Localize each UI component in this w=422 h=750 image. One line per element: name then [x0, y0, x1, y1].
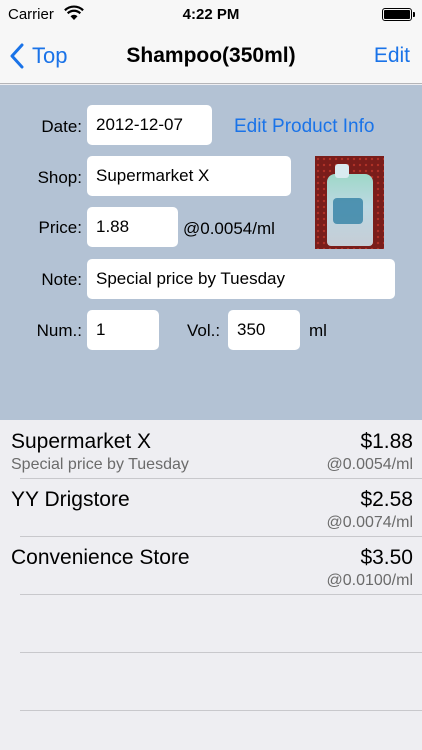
- vol-unit: ml: [309, 321, 327, 340]
- num-field[interactable]: 1: [87, 310, 159, 350]
- product-photo[interactable]: [315, 156, 384, 249]
- edit-product-info-link[interactable]: Edit Product Info: [234, 116, 374, 138]
- purchase-unit-price: @0.0074/ml: [326, 514, 413, 531]
- battery-icon: [382, 8, 415, 21]
- shop-name: Supermarket X: [11, 430, 152, 453]
- list-item[interactable]: Convenience Store $3.50 @0.0100/ml: [0, 536, 422, 594]
- list-item[interactable]: YY Drigstore $2.58 @0.0074/ml: [0, 478, 422, 536]
- num-label: Num.:: [36, 321, 82, 340]
- navigation-bar: Top Shampoo(350ml) Edit: [0, 30, 422, 84]
- note-label: Note:: [41, 270, 82, 289]
- row-separator: [20, 594, 422, 595]
- purchase-price: $1.88: [360, 430, 413, 453]
- shop-name: YY Drigstore: [11, 488, 130, 511]
- purchase-price: $3.50: [360, 546, 413, 569]
- purchase-list: Supermarket X Special price by Tuesday $…: [0, 420, 422, 750]
- date-field[interactable]: 2012-12-07: [87, 105, 212, 145]
- vol-field[interactable]: 350: [228, 310, 300, 350]
- note-field[interactable]: Special price by Tuesday: [87, 259, 395, 299]
- date-label: Date:: [41, 117, 82, 136]
- list-item[interactable]: Supermarket X Special price by Tuesday $…: [0, 420, 422, 478]
- purchase-form: Date: 2012-12-07 Edit Product Info Shop:…: [0, 85, 422, 420]
- purchase-note: Special price by Tuesday: [11, 456, 189, 473]
- price-field[interactable]: 1.88: [87, 207, 178, 247]
- purchase-unit-price: @0.0100/ml: [326, 572, 413, 589]
- row-separator: [20, 652, 422, 653]
- shop-label: Shop:: [37, 168, 82, 187]
- vol-label: Vol.:: [187, 321, 221, 340]
- shop-name: Convenience Store: [11, 546, 190, 569]
- purchase-unit-price: @0.0054/ml: [326, 456, 413, 473]
- page-title: Shampoo(350ml): [126, 44, 296, 67]
- price-per-ml: @0.0054/ml: [183, 219, 275, 238]
- purchase-price: $2.58: [360, 488, 413, 511]
- status-time: 4:22 PM: [182, 6, 240, 23]
- shop-field[interactable]: Supermarket X: [87, 156, 291, 196]
- status-bar: Carrier 4:22 PM: [0, 0, 422, 30]
- price-label: Price:: [38, 218, 82, 237]
- edit-button[interactable]: Edit: [374, 44, 410, 68]
- row-separator: [20, 710, 422, 711]
